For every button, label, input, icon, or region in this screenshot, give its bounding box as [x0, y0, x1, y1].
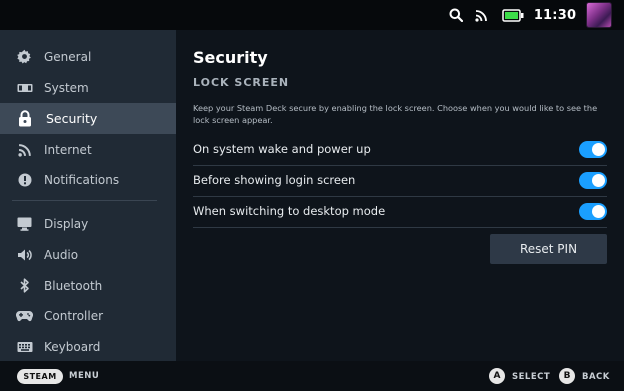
sidebar-item-label: Controller: [44, 308, 104, 323]
sidebar-item-label: Keyboard: [44, 339, 101, 354]
toggle-knob: [592, 174, 605, 187]
section-heading: LOCK SCREEN: [193, 76, 290, 89]
search-icon[interactable]: [446, 0, 466, 30]
sidebar-item-audio[interactable]: Audio: [0, 239, 176, 270]
lock-before-login-toggle[interactable]: [579, 172, 607, 189]
lock-desktop-mode-row[interactable]: When switching to desktop mode: [193, 197, 607, 228]
speaker-icon: [16, 246, 33, 263]
sidebar-item-security[interactable]: Security: [0, 103, 176, 134]
lock-icon: [16, 110, 33, 127]
battery-icon[interactable]: [500, 0, 526, 30]
bluetooth-icon: [16, 277, 33, 294]
sidebar-item-bluetooth[interactable]: Bluetooth: [0, 270, 176, 301]
sidebar-item-general[interactable]: General: [0, 41, 176, 72]
sidebar-item-label: Security: [46, 111, 98, 126]
reset-pin-button[interactable]: Reset PIN: [490, 234, 607, 264]
toggle-label: When switching to desktop mode: [193, 204, 386, 218]
sidebar-item-keyboard[interactable]: Keyboard: [0, 331, 176, 362]
section-description: Keep your Steam Deck secure by enabling …: [193, 103, 598, 125]
clock: 11:30: [533, 7, 577, 23]
alert-icon: [16, 171, 33, 188]
wifi-icon: [16, 141, 33, 158]
toggle-knob: [592, 143, 605, 156]
sidebar-item-label: Display: [44, 216, 89, 231]
toggle-knob: [592, 205, 605, 218]
toggle-label: On system wake and power up: [193, 142, 371, 156]
wifi-icon[interactable]: [472, 0, 490, 30]
avatar-image: [586, 2, 612, 28]
sidebar-item-label: Audio: [44, 247, 79, 262]
sidebar-item-notifications[interactable]: Notifications: [0, 164, 176, 195]
sidebar-item-label: General: [44, 49, 92, 64]
toggle-label: Before showing login screen: [193, 173, 356, 187]
lock-before-login-row[interactable]: Before showing login screen: [193, 166, 607, 197]
sidebar-item-label: Bluetooth: [44, 278, 103, 293]
lock-on-wake-toggle[interactable]: [579, 141, 607, 158]
sidebar-item-label: System: [44, 80, 89, 95]
footer-bar: STEAM MENU A SELECT B BACK: [0, 361, 624, 391]
status-bar: 11:30: [0, 0, 624, 30]
lock-on-wake-row[interactable]: On system wake and power up: [193, 135, 607, 166]
page-title: Security: [193, 48, 268, 67]
user-avatar[interactable]: [585, 0, 613, 30]
sidebar-item-display[interactable]: Display: [0, 208, 176, 239]
gear-icon: [16, 48, 33, 65]
back-label: BACK: [582, 372, 610, 382]
select-label: SELECT: [512, 372, 551, 382]
security-panel: Security LOCK SCREEN Keep your Steam Dec…: [176, 30, 624, 361]
sidebar-item-label: Internet: [44, 142, 92, 157]
system-icon: [16, 79, 33, 96]
sidebar-item-controller[interactable]: Controller: [0, 300, 176, 331]
sidebar-divider: [12, 200, 157, 201]
b-button-icon[interactable]: B: [559, 368, 575, 384]
a-button-icon[interactable]: A: [489, 368, 505, 384]
menu-label: MENU: [69, 371, 100, 381]
sidebar-item-system[interactable]: System: [0, 72, 176, 103]
settings-sidebar: General System Security Internet Notific…: [0, 30, 176, 361]
sidebar-item-internet[interactable]: Internet: [0, 134, 176, 165]
steam-button[interactable]: STEAM: [17, 369, 63, 384]
monitor-icon: [16, 215, 33, 232]
gamepad-icon: [16, 307, 33, 324]
lock-desktop-mode-toggle[interactable]: [579, 203, 607, 220]
sidebar-item-label: Notifications: [44, 172, 120, 187]
keyboard-icon: [16, 338, 33, 355]
